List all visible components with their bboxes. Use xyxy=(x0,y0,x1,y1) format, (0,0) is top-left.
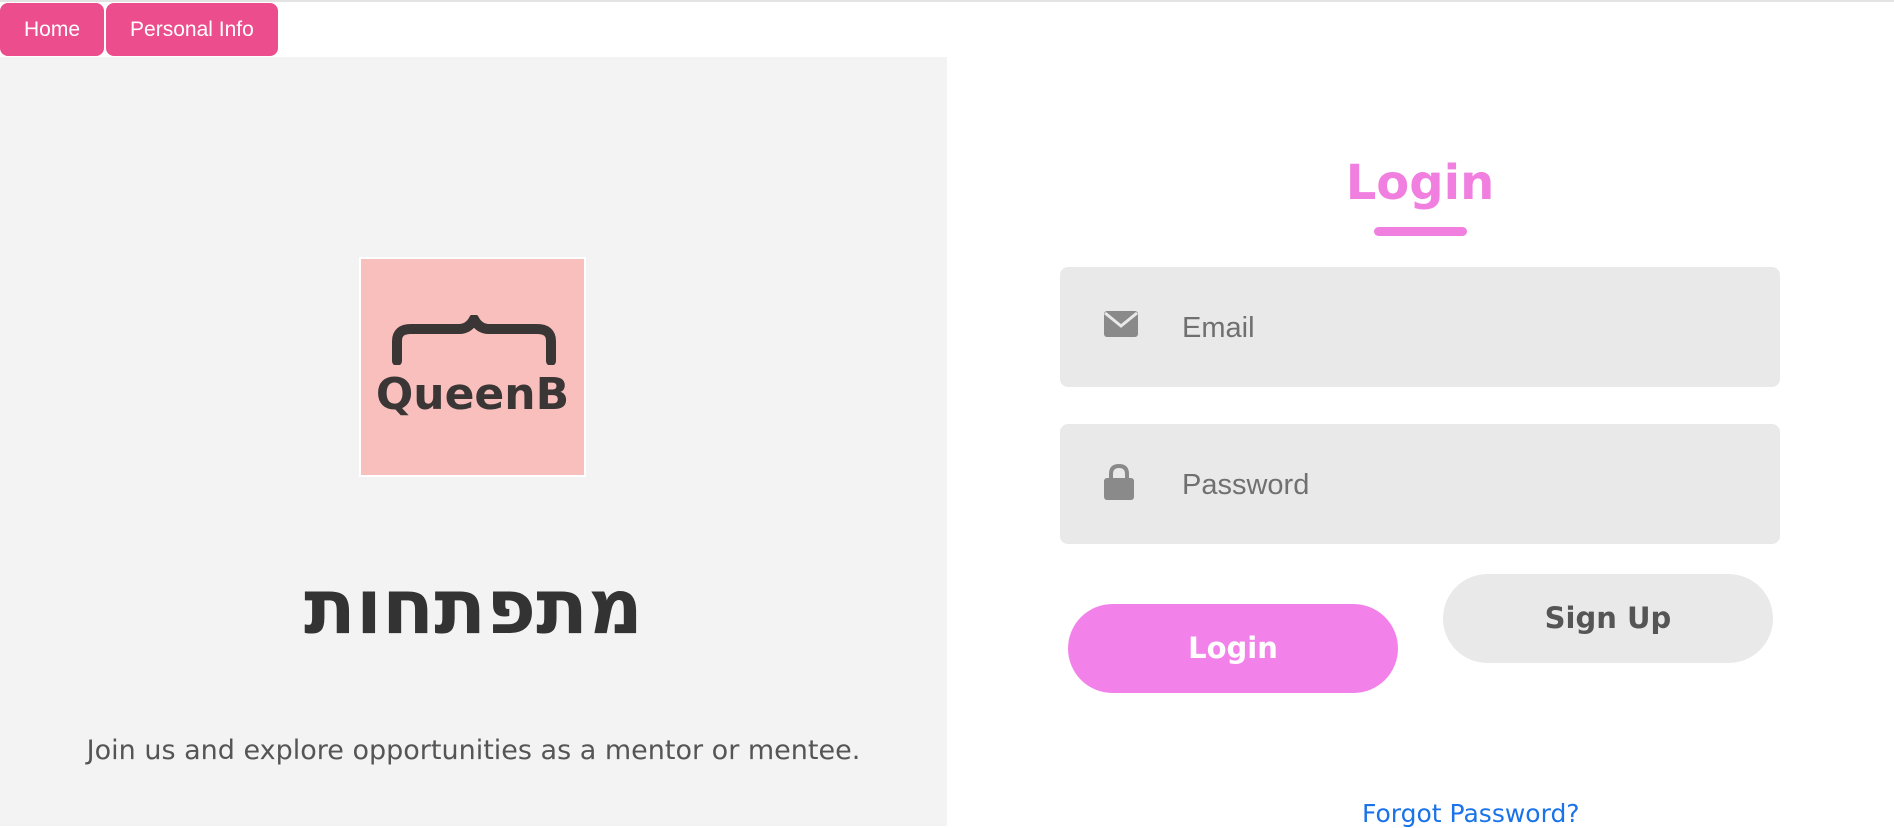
login-button[interactable]: Login xyxy=(1068,604,1398,693)
signup-button[interactable]: Sign Up xyxy=(1443,574,1773,663)
lock-icon xyxy=(1104,463,1134,505)
forgot-password-link[interactable]: Forgot Password? xyxy=(1362,799,1580,828)
tagline: Join us and explore opportunities as a m… xyxy=(86,735,861,766)
logo-wordmark: QueenB xyxy=(375,369,570,420)
personal-info-button[interactable]: Personal Info xyxy=(106,3,278,56)
home-button[interactable]: Home xyxy=(0,3,105,56)
login-heading-underline xyxy=(1374,227,1467,236)
top-nav: Home Personal Info xyxy=(0,3,278,56)
password-input[interactable] xyxy=(1180,454,1744,516)
envelope-icon xyxy=(1104,311,1138,342)
welcome-panel: QueenB מתפתחות Join us and explore oppor… xyxy=(0,57,947,826)
password-field[interactable] xyxy=(1060,424,1780,544)
queenb-logo: QueenB xyxy=(359,257,586,477)
email-input[interactable] xyxy=(1180,297,1744,359)
curly-brace-logo-icon xyxy=(392,315,556,365)
hebrew-title: מתפתחות xyxy=(303,562,644,651)
login-heading: Login xyxy=(1345,155,1495,211)
top-border xyxy=(0,0,1894,2)
email-field[interactable] xyxy=(1060,267,1780,387)
